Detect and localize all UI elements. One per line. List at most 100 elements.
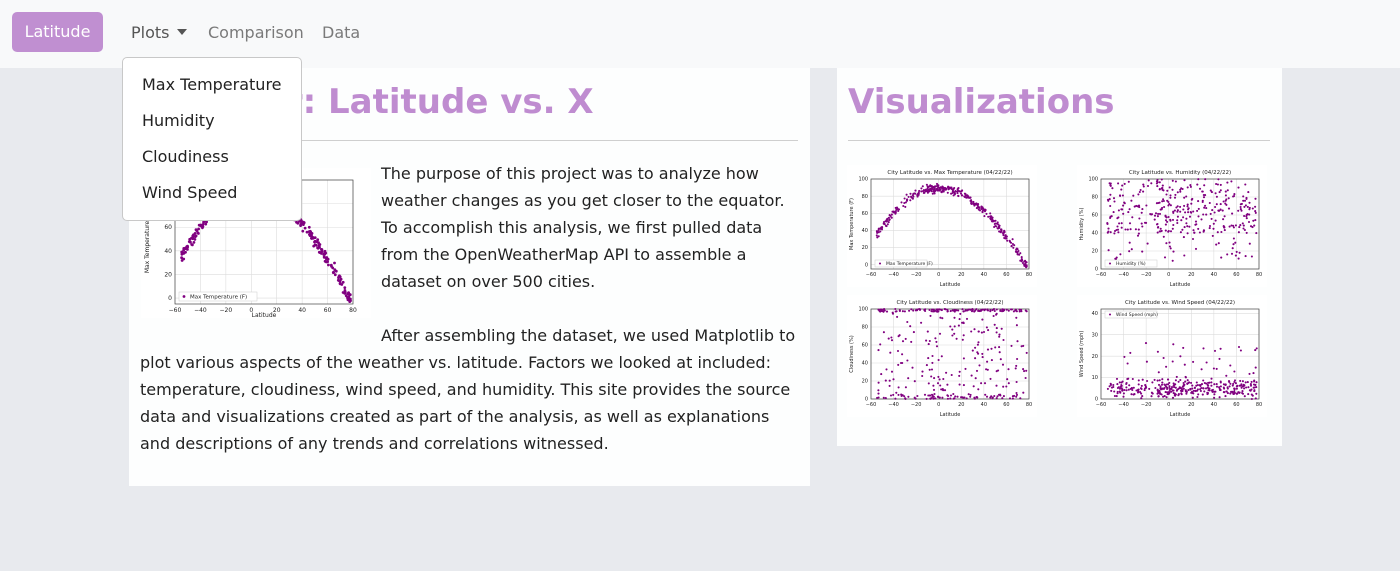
data-point — [1110, 215, 1113, 218]
data-point — [974, 377, 977, 380]
data-point — [1237, 257, 1240, 260]
data-point — [186, 245, 189, 249]
dropdown-item-max-temperature[interactable]: Max Temperature — [142, 73, 282, 97]
dropdown-item-humidity[interactable]: Humidity — [142, 109, 215, 133]
data-point — [1179, 231, 1182, 234]
data-point — [1182, 216, 1185, 219]
dropdown-item-wind-speed[interactable]: Wind Speed — [142, 181, 237, 205]
data-point — [965, 196, 968, 199]
data-point — [877, 396, 880, 399]
data-point — [1223, 391, 1226, 394]
nav-comparison-link[interactable]: Comparison — [208, 21, 304, 45]
data-point — [929, 397, 932, 400]
data-point — [1163, 256, 1167, 259]
data-point — [1015, 393, 1019, 396]
data-point — [1219, 203, 1222, 206]
data-point — [999, 394, 1002, 397]
data-point — [1213, 383, 1216, 386]
data-point — [1111, 187, 1114, 190]
data-point — [878, 309, 881, 312]
data-point — [1140, 392, 1143, 395]
data-point — [949, 397, 952, 400]
data-point — [1243, 205, 1246, 208]
data-point — [885, 225, 888, 228]
data-point — [1188, 381, 1191, 384]
data-point — [1164, 229, 1167, 232]
legend-marker — [1108, 262, 1112, 265]
data-point — [1109, 193, 1112, 196]
data-point — [1157, 371, 1160, 374]
data-point — [1212, 222, 1215, 225]
data-point — [1240, 383, 1243, 386]
data-point — [885, 368, 888, 371]
data-point — [1139, 188, 1142, 192]
data-point — [989, 310, 992, 313]
data-point — [940, 309, 943, 312]
data-point — [1115, 395, 1118, 398]
data-point — [976, 396, 979, 399]
data-point — [998, 346, 1001, 349]
x-axis-label: Latitude — [940, 282, 961, 287]
data-point — [1015, 248, 1018, 251]
data-point — [1195, 381, 1198, 384]
wind-speed-plot-link[interactable]: City Latitude vs. Wind Speed (04/22/22) −… — [1077, 295, 1267, 421]
data-point — [1109, 231, 1112, 234]
brand-button[interactable]: Latitude — [12, 12, 103, 52]
data-point — [1168, 381, 1171, 384]
humidity-plot-link[interactable]: City Latitude vs. Humidity (04/22/22) −60… — [1077, 165, 1267, 291]
data-point — [1239, 224, 1242, 227]
data-point — [1197, 393, 1200, 396]
data-point — [1242, 195, 1245, 198]
data-point — [995, 397, 998, 400]
legend-label: Max Temperature (F) — [190, 295, 247, 301]
data-point — [1203, 390, 1206, 393]
plots-dropdown-menu: Max Temperature Humidity Cloudiness Wind… — [122, 57, 302, 221]
data-point — [1202, 379, 1205, 382]
data-point — [316, 238, 320, 242]
data-point — [1179, 378, 1182, 382]
data-point — [882, 331, 885, 334]
data-point — [1225, 390, 1228, 393]
data-point — [1112, 383, 1115, 387]
cloudiness-plot-link[interactable]: City Latitude vs. Cloudiness (04/22/22) −… — [847, 295, 1037, 421]
data-point — [891, 210, 894, 213]
data-point — [904, 337, 907, 340]
data-point — [977, 341, 980, 344]
max-temperature-plot-link[interactable]: City Latitude vs. Max Temperature (04/22… — [847, 165, 1037, 291]
data-point — [936, 382, 940, 385]
data-point — [1202, 193, 1205, 197]
x-tick-label: 60 — [1003, 402, 1009, 408]
data-point — [916, 308, 919, 311]
data-point — [1198, 231, 1201, 234]
y-tick-label: 60 — [862, 343, 868, 349]
data-point — [1022, 391, 1025, 394]
data-point — [904, 386, 907, 389]
data-point — [1171, 360, 1174, 363]
data-point — [989, 212, 992, 215]
data-point — [1125, 386, 1128, 389]
data-point — [970, 202, 973, 206]
data-point — [904, 397, 907, 401]
y-tick-label: 20 — [862, 245, 868, 251]
dropdown-item-cloudiness[interactable]: Cloudiness — [142, 145, 229, 169]
y-axis-label: Cloudiness (%) — [849, 335, 855, 372]
data-point — [1222, 383, 1225, 386]
data-point — [1239, 205, 1242, 209]
data-point — [933, 309, 937, 312]
data-point — [971, 349, 974, 352]
data-point — [1173, 392, 1176, 395]
data-point — [337, 279, 341, 283]
data-point — [1186, 225, 1189, 228]
nav-data-link[interactable]: Data — [322, 21, 360, 45]
data-point — [1168, 388, 1171, 392]
data-point — [970, 330, 973, 333]
data-point — [939, 188, 942, 191]
legend-marker — [182, 295, 186, 298]
data-point — [1160, 178, 1163, 181]
data-point — [953, 332, 956, 335]
data-point — [1141, 378, 1144, 381]
plots-dropdown-toggle[interactable]: Plots — [131, 21, 187, 45]
x-tick-label: 20 — [958, 402, 964, 408]
data-point — [1125, 381, 1128, 385]
data-point — [1025, 310, 1028, 313]
